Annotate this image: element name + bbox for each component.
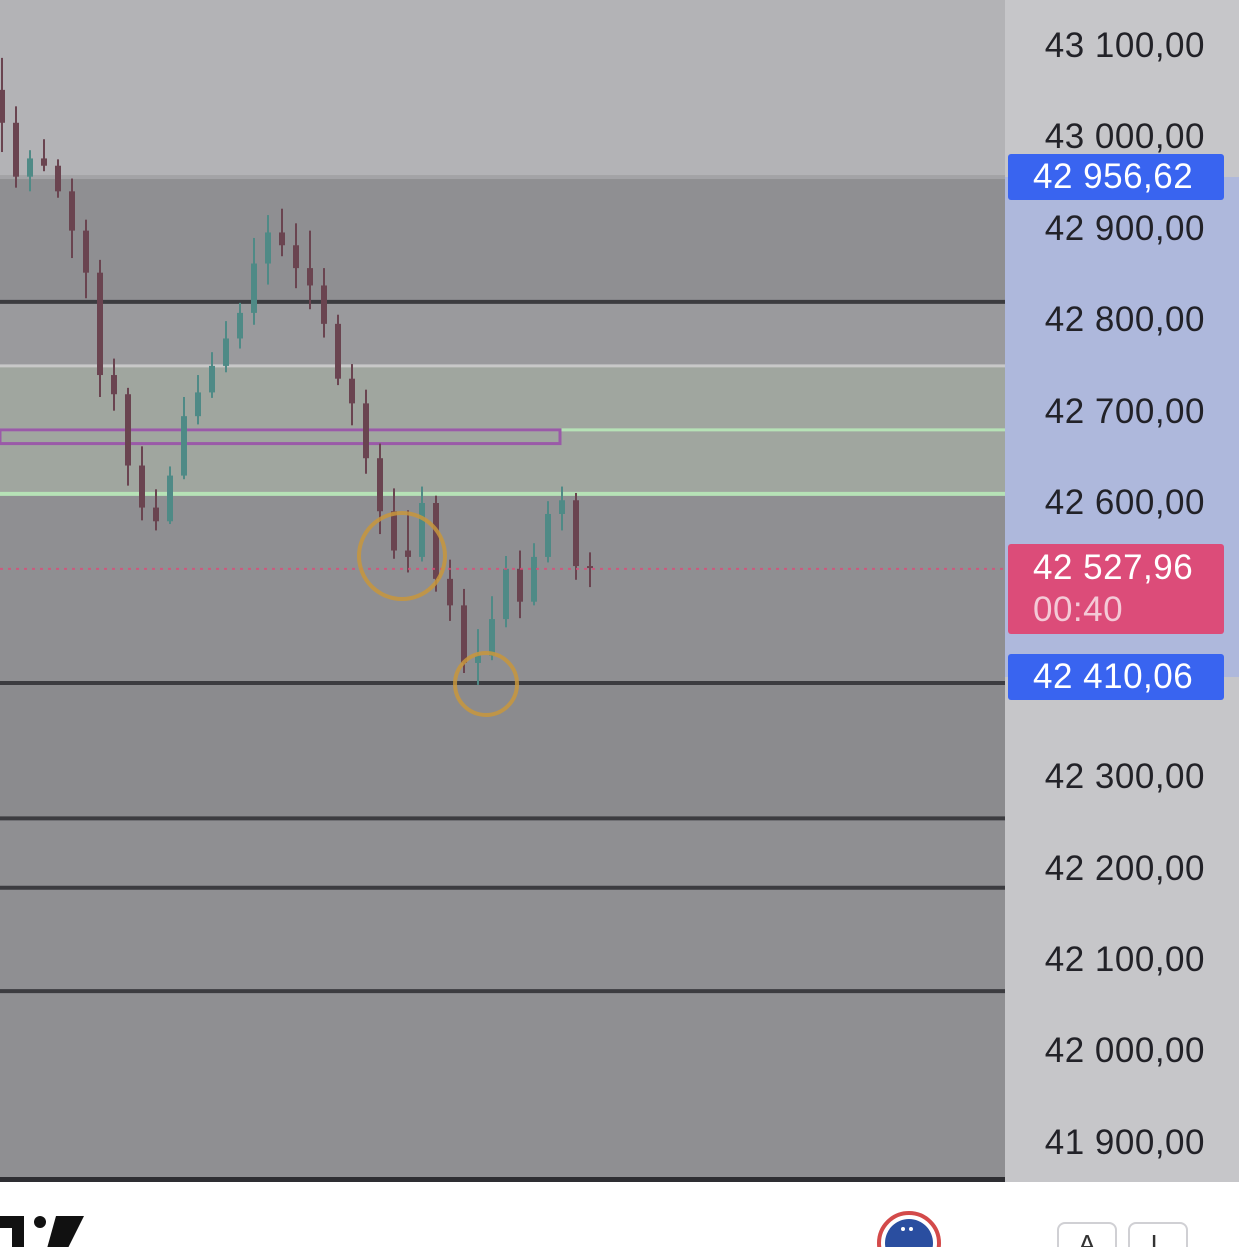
candle-body xyxy=(139,465,145,508)
marker-circle-0[interactable] xyxy=(357,511,447,602)
candle-body xyxy=(335,323,341,379)
candle-body xyxy=(83,230,89,273)
price-tick-label: 41 900,00 xyxy=(1044,1122,1205,1162)
candle-body xyxy=(377,458,383,512)
candle-body xyxy=(433,503,439,579)
candle-body xyxy=(97,272,103,376)
current-price-value: 42 527,96 xyxy=(1033,547,1194,587)
range-low-tag: 42 410,06 xyxy=(1008,653,1224,700)
candle-body xyxy=(195,392,201,417)
us-flag-icon[interactable] xyxy=(876,1210,942,1247)
candle-body xyxy=(503,568,509,620)
candle-body xyxy=(391,511,397,551)
bar-countdown: 00:40 xyxy=(1033,589,1124,629)
candle-body xyxy=(489,619,495,656)
candle-body xyxy=(531,556,537,602)
price-tick-label: 42 000,00 xyxy=(1044,1031,1205,1071)
price-axis[interactable]: 43 100,00 43 000,00 42 900,00 42 800,00 42 7… xyxy=(1005,0,1239,1182)
candle-body xyxy=(307,268,313,286)
candle-body xyxy=(265,232,271,264)
range-high-tag: 42 956,62 xyxy=(1008,154,1224,201)
upper-region xyxy=(0,0,1005,178)
range-high-line xyxy=(0,175,1005,180)
candle-body xyxy=(279,232,285,246)
candle-body xyxy=(559,500,565,514)
candle-body xyxy=(545,513,551,557)
candle-body xyxy=(181,416,187,476)
candle-body xyxy=(69,191,75,231)
band-upper xyxy=(0,301,1005,366)
candle-body xyxy=(321,285,327,324)
chart-area[interactable] xyxy=(0,0,1005,1182)
candle-body xyxy=(41,158,47,166)
price-tick-label: 42 800,00 xyxy=(1044,300,1205,340)
candlestick-chart[interactable] xyxy=(0,0,1005,1182)
candle-body xyxy=(349,378,355,404)
candle-body xyxy=(153,507,159,522)
price-tick-label: 42 100,00 xyxy=(1044,940,1205,979)
candle-body xyxy=(167,475,173,522)
candle-body xyxy=(55,165,61,192)
candle-body xyxy=(573,500,579,567)
candle-body xyxy=(517,568,523,602)
price-tick-label: 42 200,00 xyxy=(1044,848,1205,888)
price-tick-label: 42 700,00 xyxy=(1044,391,1205,431)
candle-body xyxy=(461,605,467,663)
band-mid xyxy=(0,683,1005,819)
candle-body xyxy=(587,566,593,569)
price-tick-label: 42 900,00 xyxy=(1044,208,1205,248)
candle-body xyxy=(363,403,369,459)
candle-body xyxy=(293,245,299,269)
candle-body xyxy=(251,263,257,313)
candle-body xyxy=(223,338,229,366)
price-tick-label: 43 100,00 xyxy=(1044,26,1205,65)
price-tick-label: 42 600,00 xyxy=(1044,483,1205,522)
bottom-toolbar: A L xyxy=(0,1182,1239,1247)
candle-body xyxy=(209,365,215,393)
candle-body xyxy=(111,375,117,395)
candle-body xyxy=(0,89,5,123)
log-scale-button[interactable]: L xyxy=(1128,1222,1188,1247)
candle-body xyxy=(405,550,411,557)
candle-body xyxy=(447,578,453,606)
candle-body xyxy=(419,503,425,557)
price-tick-label: 43 000,00 xyxy=(1044,117,1205,157)
candle-body xyxy=(125,394,131,466)
auto-scale-button[interactable]: A xyxy=(1057,1222,1117,1247)
candle-body xyxy=(27,158,33,177)
candle-body xyxy=(237,312,243,339)
current-price-tag: 42 527,96 00:40 xyxy=(1008,543,1224,634)
tradingview-logo-icon xyxy=(0,1216,84,1247)
price-tick-label: 42 300,00 xyxy=(1044,757,1205,797)
candle-body xyxy=(13,122,19,177)
